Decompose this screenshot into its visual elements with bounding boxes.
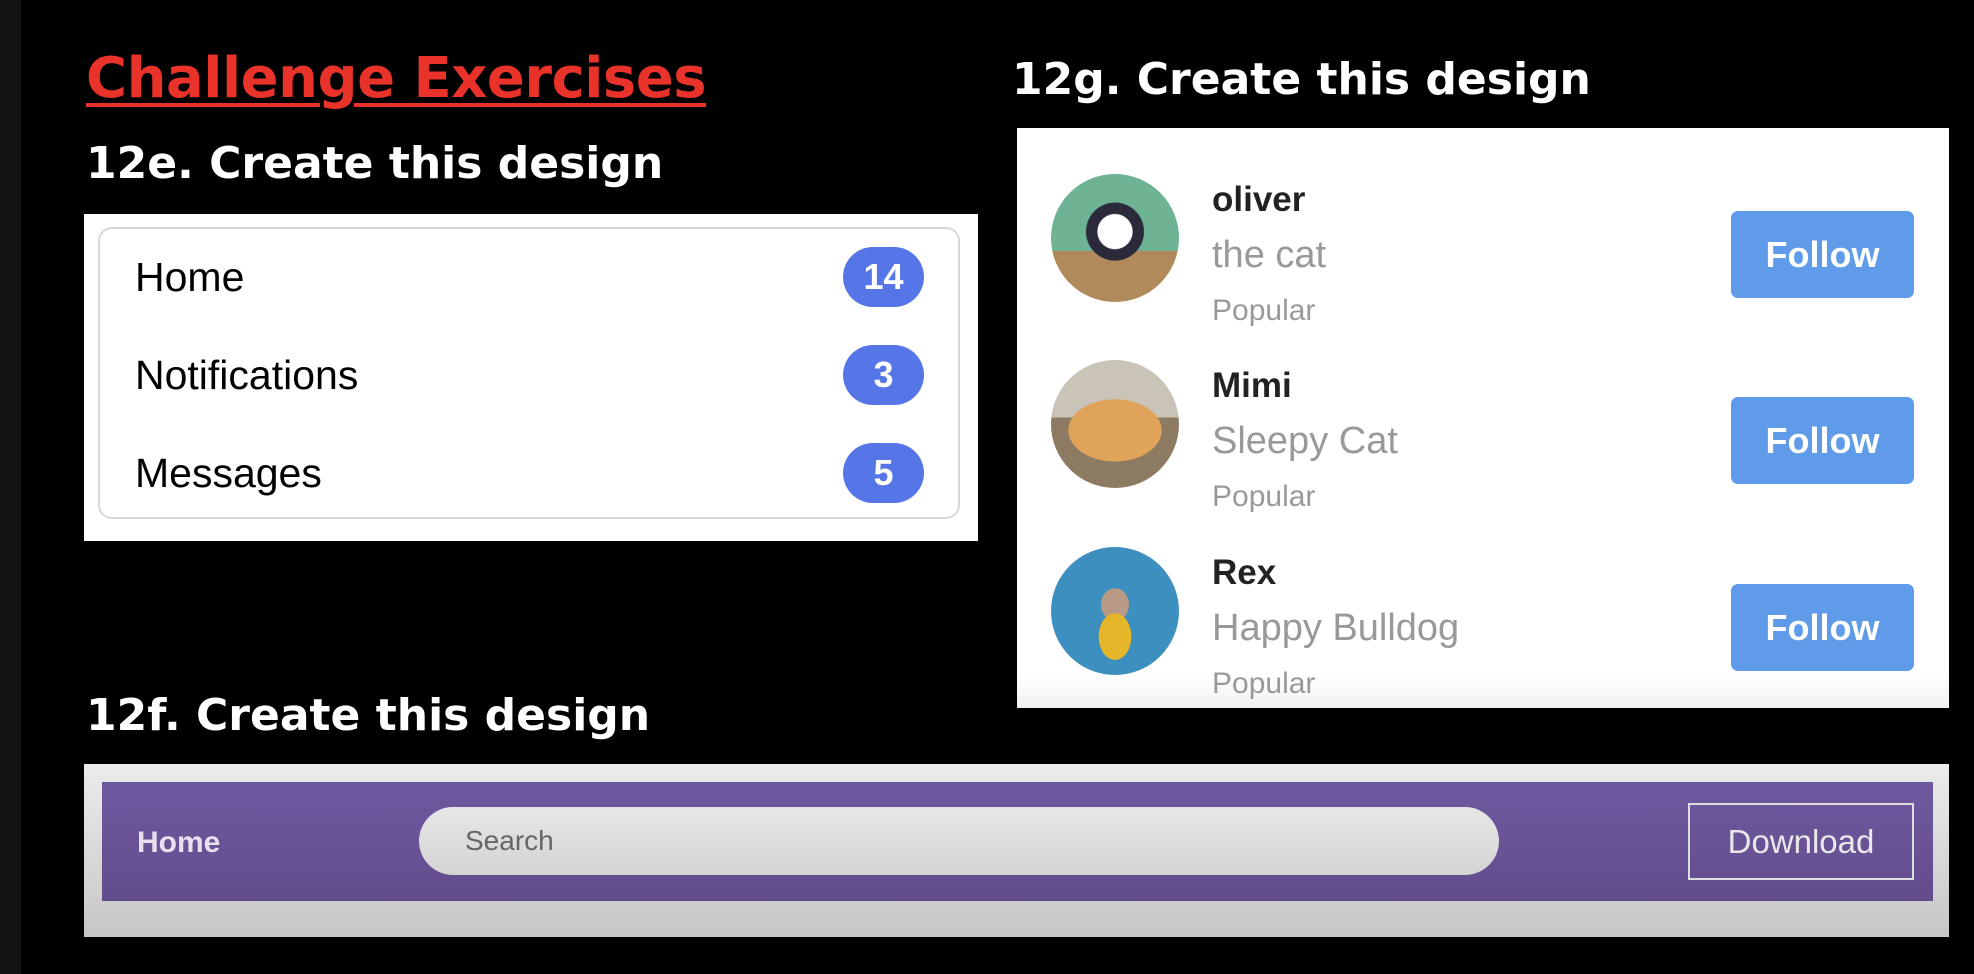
profile-subtitle: the cat	[1212, 234, 1327, 276]
nav-item-label: Notifications	[135, 351, 359, 398]
exercise-12e-heading: 12e. Create this design	[86, 138, 664, 189]
count-badge: 14	[843, 247, 924, 307]
profile-name: Mimi	[1212, 366, 1292, 405]
exercise-12f-preview: Home Download	[84, 764, 1949, 937]
exercise-12g-heading: 12g. Create this design	[1012, 54, 1591, 105]
avatar	[1051, 360, 1179, 488]
exercise-12g-preview: oliver the cat Popular Follow Mimi Sleep…	[1017, 128, 1949, 708]
profile-card: oliver the cat Popular Follow	[1017, 144, 1949, 327]
nav-item-messages[interactable]: Messages 5	[135, 443, 924, 503]
left-edge-strip	[0, 0, 21, 974]
avatar	[1051, 174, 1179, 302]
profile-subtitle: Sleepy Cat	[1212, 420, 1398, 462]
profile-name: oliver	[1212, 180, 1306, 219]
nav-item-home[interactable]: Home 14	[135, 247, 924, 307]
follow-button[interactable]: Follow	[1731, 584, 1914, 671]
count-badge: 3	[843, 345, 924, 405]
profile-name: Rex	[1212, 553, 1277, 592]
nav-list: Home 14 Notifications 3 Messages 5	[98, 227, 960, 519]
profile-tag: Popular	[1212, 667, 1316, 700]
nav-item-label: Messages	[135, 449, 322, 496]
follow-button[interactable]: Follow	[1731, 211, 1914, 298]
profile-subtitle: Happy Bulldog	[1212, 607, 1460, 649]
nav-item-notifications[interactable]: Notifications 3	[135, 345, 924, 405]
search-input[interactable]	[419, 807, 1499, 875]
follow-button[interactable]: Follow	[1731, 397, 1914, 484]
page-title: Challenge Exercises	[86, 46, 707, 111]
navbar: Home Download	[102, 782, 1933, 901]
avatar	[1051, 547, 1179, 675]
count-badge: 5	[843, 443, 924, 503]
download-button[interactable]: Download	[1688, 803, 1914, 880]
profile-tag: Popular	[1212, 294, 1316, 327]
exercise-12f-heading: 12f. Create this design	[86, 690, 651, 741]
profile-tag: Popular	[1212, 480, 1316, 513]
nav-item-label: Home	[135, 253, 245, 300]
profile-card: Rex Happy Bulldog Popular Follow	[1017, 517, 1949, 700]
profile-card: Mimi Sleepy Cat Popular Follow	[1017, 330, 1949, 513]
nav-home-link[interactable]: Home	[137, 826, 220, 860]
exercise-12e-preview: Home 14 Notifications 3 Messages 5	[84, 214, 978, 541]
